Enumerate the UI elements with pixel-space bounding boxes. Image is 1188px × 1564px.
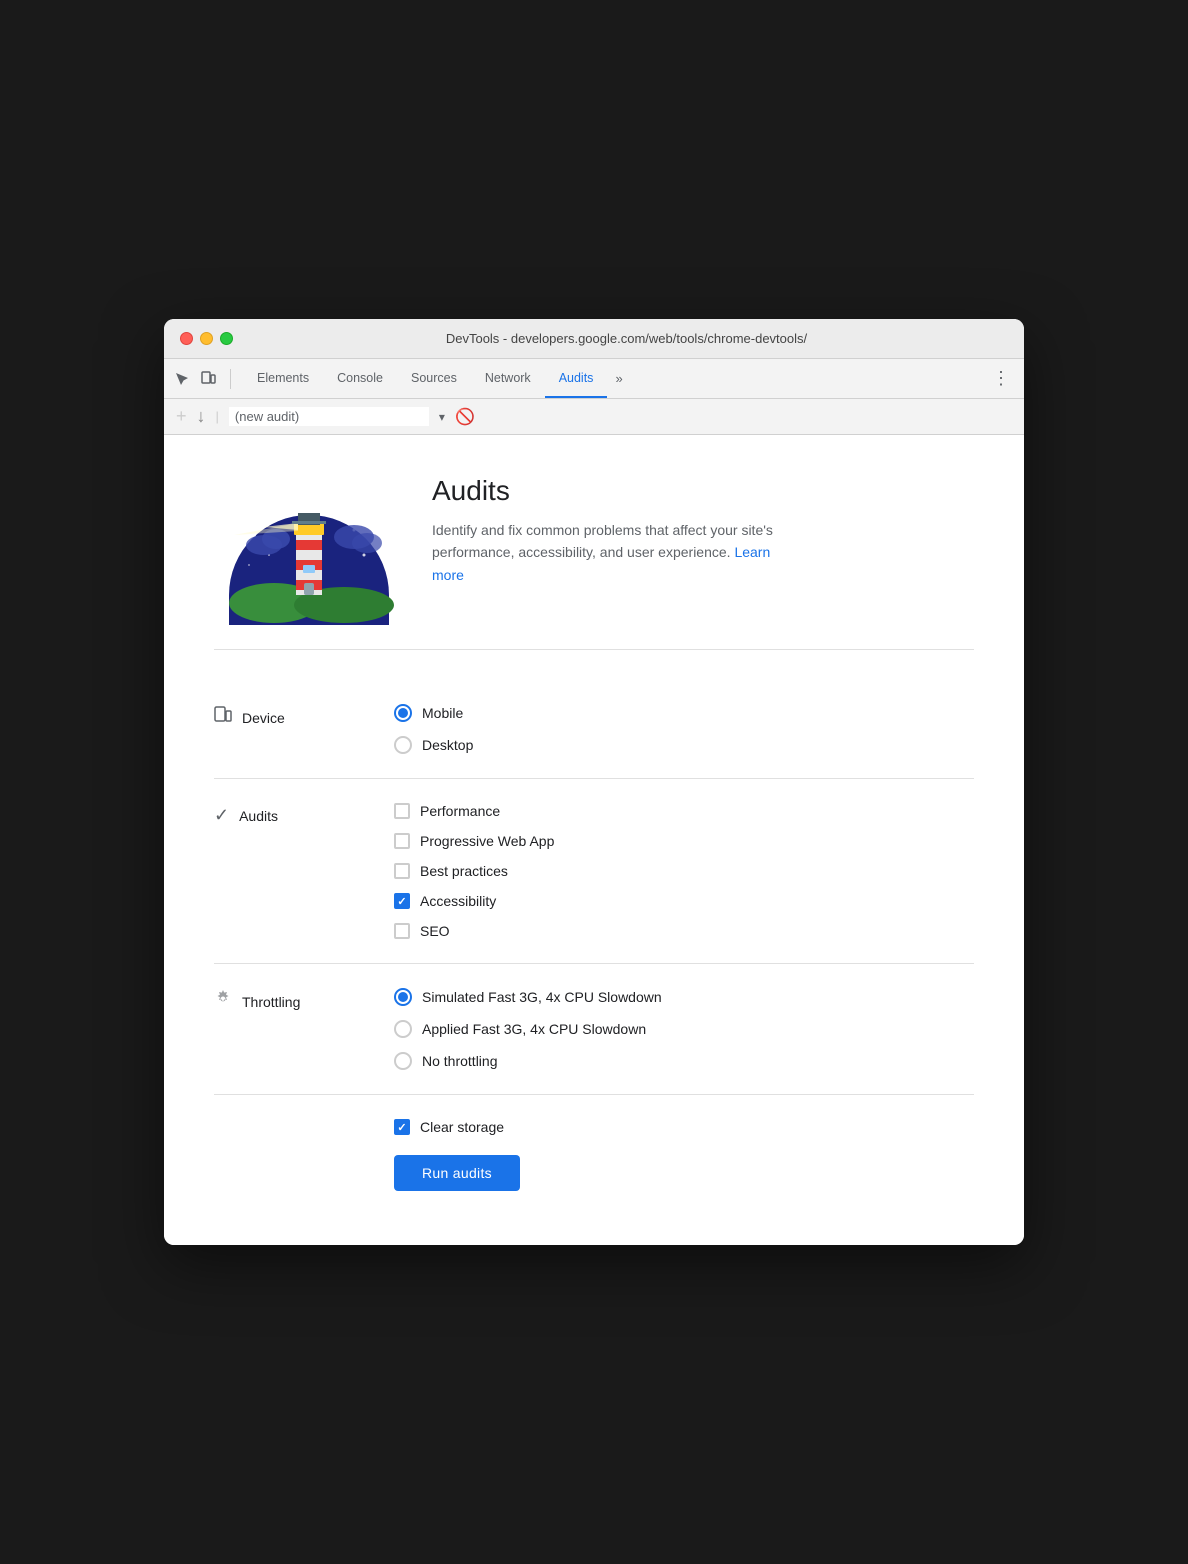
audit-dropdown-icon[interactable]: ▾ — [439, 410, 445, 424]
checkmark-icon: ✓ — [214, 805, 229, 826]
maximize-button[interactable] — [220, 332, 233, 345]
device-icon — [214, 706, 232, 729]
throttle-none-radio[interactable] — [394, 1052, 412, 1070]
audit-seo-option[interactable]: SEO — [394, 923, 554, 939]
device-mobile-option[interactable]: Mobile — [394, 704, 473, 722]
throttling-label: Throttling — [214, 988, 374, 1013]
tab-network[interactable]: Network — [471, 359, 545, 398]
header-text: Audits Identify and fix common problems … — [432, 465, 792, 586]
audit-pwa-option[interactable]: Progressive Web App — [394, 833, 554, 849]
audit-performance-option[interactable]: Performance — [394, 803, 554, 819]
throttle-applied-option[interactable]: Applied Fast 3G, 4x CPU Slowdown — [394, 1020, 662, 1038]
cursor-icon[interactable] — [172, 369, 192, 389]
tab-sources[interactable]: Sources — [397, 359, 471, 398]
audit-best-practices-option[interactable]: Best practices — [394, 863, 554, 879]
audit-checkboxes: Performance Progressive Web App Best pra… — [394, 803, 554, 939]
device-label: Device — [214, 704, 374, 729]
devtools-window: DevTools - developers.google.com/web/too… — [164, 319, 1024, 1245]
nav-tabs: Elements Console Sources Network Audits … — [243, 359, 986, 398]
audits-label: ✓ Audits — [214, 803, 374, 826]
throttling-options: Simulated Fast 3G, 4x CPU Slowdown Appli… — [394, 988, 662, 1070]
throttling-section: Throttling Simulated Fast 3G, 4x CPU Slo… — [214, 964, 974, 1095]
traffic-lights — [180, 332, 233, 345]
toolbar-icons — [172, 369, 231, 389]
audit-performance-checkbox[interactable] — [394, 803, 410, 819]
page-title: Audits — [432, 475, 792, 507]
toolbar-divider: | — [216, 409, 219, 424]
download-button[interactable]: ↓ — [197, 406, 206, 427]
device-desktop-option[interactable]: Desktop — [394, 736, 473, 754]
device-options: Mobile Desktop — [394, 704, 473, 754]
add-audit-button[interactable]: + — [176, 406, 187, 427]
throttle-applied-radio[interactable] — [394, 1020, 412, 1038]
header-description: Identify and fix common problems that af… — [432, 519, 792, 586]
lighthouse-illustration — [214, 465, 404, 625]
minimize-button[interactable] — [200, 332, 213, 345]
audit-pwa-checkbox[interactable] — [394, 833, 410, 849]
main-content: Audits Identify and fix common problems … — [164, 435, 1024, 1245]
cancel-icon[interactable]: 🚫 — [455, 407, 475, 427]
audit-toolbar: + ↓ | (new audit) ▾ 🚫 — [164, 399, 1024, 435]
run-section: Clear storage Run audits — [214, 1095, 974, 1215]
audit-accessibility-option[interactable]: Accessibility — [394, 893, 554, 909]
header-section: Audits Identify and fix common problems … — [214, 465, 974, 650]
audit-accessibility-checkbox[interactable] — [394, 893, 410, 909]
clear-storage-checkbox[interactable] — [394, 1119, 410, 1135]
audit-seo-checkbox[interactable] — [394, 923, 410, 939]
title-bar: DevTools - developers.google.com/web/too… — [164, 319, 1024, 359]
audits-section: ✓ Audits Performance Progressive Web App… — [214, 779, 974, 964]
tab-audits[interactable]: Audits — [545, 359, 608, 398]
audit-best-practices-checkbox[interactable] — [394, 863, 410, 879]
device-icon[interactable] — [198, 369, 218, 389]
tab-console[interactable]: Console — [323, 359, 397, 398]
throttle-none-option[interactable]: No throttling — [394, 1052, 662, 1070]
device-section: Device Mobile Desktop — [214, 680, 974, 779]
nav-toolbar: Elements Console Sources Network Audits … — [164, 359, 1024, 399]
device-desktop-radio[interactable] — [394, 736, 412, 754]
tab-elements[interactable]: Elements — [243, 359, 323, 398]
settings-icon — [214, 990, 232, 1013]
devtools-menu-button[interactable]: ⋮ — [986, 368, 1016, 389]
device-mobile-radio[interactable] — [394, 704, 412, 722]
clear-storage-row: Clear storage — [394, 1119, 974, 1135]
throttle-simulated-option[interactable]: Simulated Fast 3G, 4x CPU Slowdown — [394, 988, 662, 1006]
run-audits-button[interactable]: Run audits — [394, 1155, 520, 1191]
audit-name-display: (new audit) — [229, 407, 429, 426]
throttle-simulated-radio[interactable] — [394, 988, 412, 1006]
window-title: DevTools - developers.google.com/web/too… — [245, 331, 1008, 346]
close-button[interactable] — [180, 332, 193, 345]
more-tabs-button[interactable]: » — [607, 371, 630, 386]
